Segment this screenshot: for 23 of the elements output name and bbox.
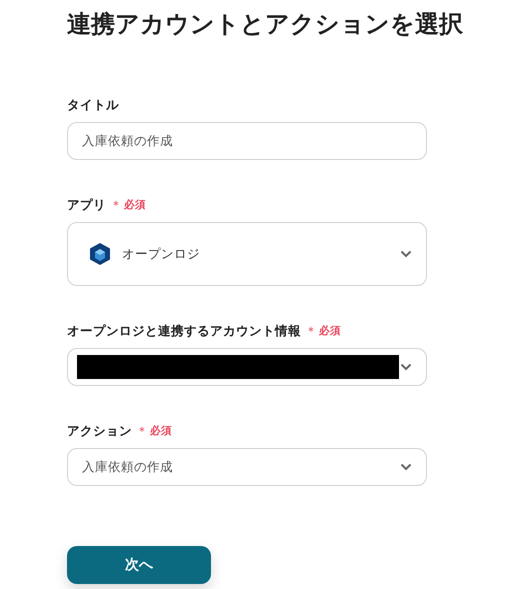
- cube-icon: [90, 243, 110, 265]
- app-name: オープンロジ: [122, 246, 201, 262]
- next-button[interactable]: 次へ: [67, 546, 211, 584]
- field-value: 入庫依頼の作成: [82, 132, 174, 150]
- action-select[interactable]: 入庫依頼の作成: [67, 448, 427, 486]
- required-asterisk: ＊: [305, 322, 317, 340]
- field-label: タイトル: [67, 96, 119, 114]
- page-heading: 連携アカウントとアクションを選択: [67, 9, 464, 40]
- title-field[interactable]: 入庫依頼の作成: [67, 122, 427, 160]
- required-asterisk: ＊: [110, 196, 122, 214]
- app-select[interactable]: オープンロジ: [67, 222, 427, 286]
- chevron-down-icon: [400, 463, 412, 471]
- field-label: アクション: [67, 422, 132, 440]
- field-label: アプリ: [67, 196, 106, 214]
- account-select[interactable]: [67, 348, 427, 386]
- chevron-down-icon: [400, 363, 412, 371]
- required-tag: 必須: [124, 198, 146, 212]
- field-label: オープンロジと連携するアカウント情報: [67, 322, 301, 340]
- chevron-down-icon: [400, 250, 412, 258]
- required-tag: 必須: [150, 424, 172, 438]
- required-tag: 必須: [319, 324, 341, 338]
- required-asterisk: ＊: [136, 422, 148, 440]
- selected-value: 入庫依頼の作成: [82, 458, 174, 476]
